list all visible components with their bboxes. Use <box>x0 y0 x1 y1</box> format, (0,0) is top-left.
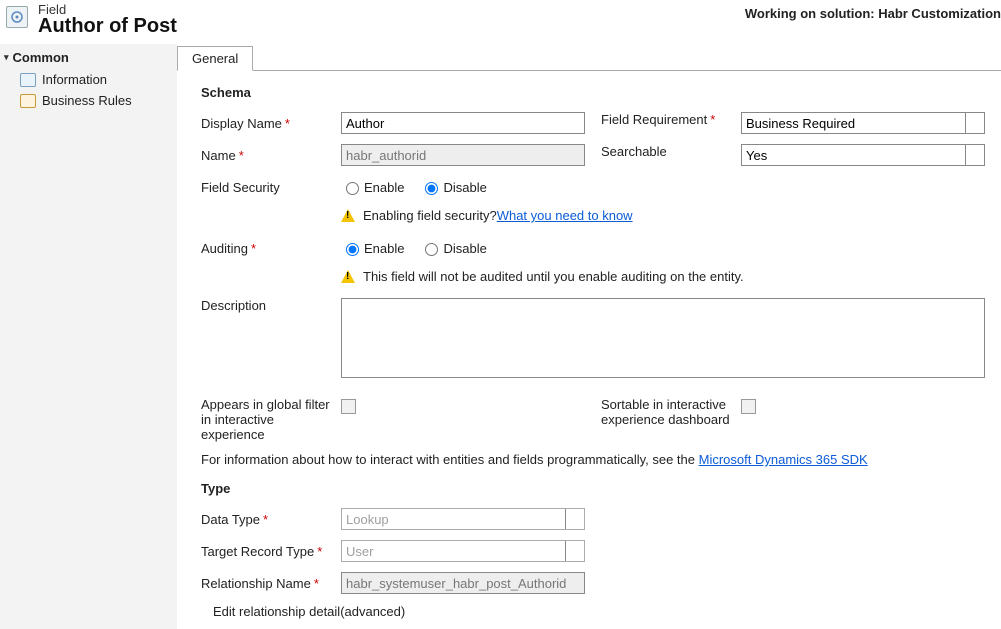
field-requirement-select[interactable]: Business Required <box>741 112 985 134</box>
auditing-disable-radio[interactable]: Disable <box>420 240 486 256</box>
chevron-down-icon: ▾ <box>4 52 9 63</box>
nav-item-label: Business Rules <box>42 93 132 108</box>
solution-context: Working on solution: Habr Customization <box>745 2 1001 21</box>
field-security-disable-radio[interactable]: Disable <box>420 179 486 195</box>
tab-general[interactable]: General <box>177 46 253 71</box>
searchable-select[interactable]: Yes <box>741 144 985 166</box>
label-data-type: Data Type <box>201 512 341 527</box>
field-security-enable-radio[interactable]: Enable <box>341 179 404 195</box>
entity-type-icon <box>6 6 28 28</box>
data-type-select: Lookup <box>341 508 585 530</box>
label-field-requirement: Field Requirement <box>601 112 741 134</box>
sdk-link[interactable]: Microsoft Dynamics 365 SDK <box>699 452 868 467</box>
left-nav: ▾ Common Information Business Rules <box>0 44 177 629</box>
label-display-name: Display Name <box>201 116 341 131</box>
auditing-note: This field will not be audited until you… <box>363 269 744 284</box>
label-field-security: Field Security <box>201 180 341 195</box>
target-record-type-select: User <box>341 540 585 562</box>
name-input <box>341 144 585 166</box>
label-searchable: Searchable <box>601 144 741 166</box>
form-icon <box>20 73 36 87</box>
label-description: Description <box>201 298 341 313</box>
relationship-name-input <box>341 572 585 594</box>
warning-icon <box>341 270 355 283</box>
display-name-input[interactable] <box>341 112 585 134</box>
label-global-filter: Appears in global filter in interactive … <box>201 397 341 442</box>
sdk-info: For information about how to interact wi… <box>201 452 985 467</box>
page-title: Author of Post <box>38 15 745 38</box>
sortable-dashboard-checkbox[interactable] <box>741 399 756 414</box>
nav-group-common[interactable]: ▾ Common <box>0 46 177 69</box>
label-auditing: Auditing <box>201 241 341 256</box>
nav-item-information[interactable]: Information <box>0 69 177 90</box>
label-sortable-dashboard: Sortable in interactive experience dashb… <box>601 397 741 427</box>
security-note-link[interactable]: What you need to know <box>497 208 633 223</box>
description-textarea[interactable] <box>341 298 985 378</box>
warning-icon <box>341 209 355 222</box>
label-name: Name <box>201 148 341 163</box>
security-note: Enabling field security? <box>363 208 497 223</box>
label-target-record-type: Target Record Type <box>201 544 341 559</box>
auditing-enable-radio[interactable]: Enable <box>341 240 404 256</box>
section-schema-title: Schema <box>201 85 985 100</box>
nav-item-business-rules[interactable]: Business Rules <box>0 90 177 111</box>
label-relationship-name: Relationship Name <box>201 576 341 591</box>
section-type-title: Type <box>201 481 985 496</box>
nav-item-label: Information <box>42 72 107 87</box>
edit-relationship-advanced[interactable]: Edit relationship detail(advanced) <box>213 604 985 619</box>
rule-icon <box>20 94 36 108</box>
global-filter-checkbox[interactable] <box>341 399 356 414</box>
